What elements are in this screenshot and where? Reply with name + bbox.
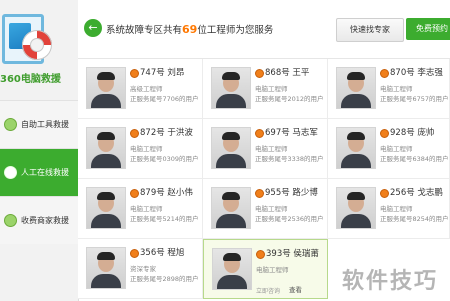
engineer-role: 电脑工程师 — [380, 205, 413, 213]
back-arrow-icon[interactable]: ← — [84, 19, 102, 37]
status-dot-icon — [130, 189, 139, 198]
status-dot-icon — [130, 249, 139, 258]
engineer-name: 870号 李志强 — [390, 68, 443, 78]
brand-name: 360电脑救援 — [0, 74, 61, 85]
engineer-role: 电脑工程师 — [256, 266, 289, 274]
engineer-name: 256号 戈志鹏 — [390, 188, 443, 198]
engineer-role: 高级工程师 — [130, 85, 163, 93]
sidebar-item-label: 自助工具救援 — [21, 120, 69, 129]
engineer-status: 正服务尾号3338的用户 — [255, 155, 324, 163]
sidebar: 360电脑救援 自助工具救援 人工在线救援 收费商家救援 — [0, 0, 79, 301]
header: ← 系统故障专区共有69位工程师为您服务 快速找专家 免费预约 — [78, 0, 450, 59]
avatar — [336, 187, 376, 229]
status-dot-icon — [255, 129, 264, 138]
avatar — [211, 127, 251, 169]
avatar — [86, 247, 126, 289]
engineer-card[interactable]: 256号 戈志鹏 电脑工程师 正服务尾号8254的用户 — [328, 179, 450, 239]
status-dot-icon — [256, 250, 265, 259]
view-link[interactable]: 查看 — [289, 284, 302, 294]
engineer-status: 正服务尾号0309的用户 — [130, 155, 199, 163]
engineer-status: 正服务尾号6384的用户 — [380, 155, 449, 163]
avatar — [86, 187, 126, 229]
engineer-role: 资深专家 — [130, 265, 156, 273]
engineer-card[interactable]: 747号 刘昂 高级工程师 正服务尾号7706的用户 — [78, 59, 203, 119]
engineer-status: 正服务尾号5214的用户 — [130, 215, 199, 223]
engineer-role: 电脑工程师 — [380, 145, 413, 153]
status-dot-icon — [380, 189, 389, 198]
engineer-status: 正服务尾号6757的用户 — [380, 95, 449, 103]
page-title: 系统故障专区共有69位工程师为您服务 — [106, 22, 273, 36]
engineer-name: 872号 于洪波 — [140, 128, 193, 138]
status-dot-icon — [255, 189, 264, 198]
engineer-role: 电脑工程师 — [255, 205, 288, 213]
status-dot-icon — [380, 129, 389, 138]
lifebuoy-icon — [22, 30, 52, 60]
avatar — [211, 67, 251, 109]
watermark: 软件技巧 — [341, 269, 438, 294]
engineer-role: 电脑工程师 — [255, 145, 288, 153]
engineer-card[interactable]: 870号 李志强 电脑工程师 正服务尾号6757的用户 — [328, 59, 450, 119]
engineer-card[interactable]: 872号 于洪波 电脑工程师 正服务尾号0309的用户 — [78, 119, 203, 179]
status-dot-icon — [380, 69, 389, 78]
sidebar-item-paid-merchant[interactable]: 收费商家救援 — [0, 196, 78, 244]
sidebar-item-self-help[interactable]: 自助工具救援 — [0, 100, 78, 148]
avatar — [336, 127, 376, 169]
engineer-status: 正服务尾号2898的用户 — [130, 275, 199, 283]
engineer-role: 电脑工程师 — [380, 85, 413, 93]
engineer-role: 电脑工程师 — [130, 145, 163, 153]
title-prefix: 系统故障专区共有 — [106, 25, 183, 36]
engineer-name: 868号 王平 — [265, 68, 310, 78]
ask-expert-button[interactable]: 快速找专家 — [336, 18, 404, 42]
engineer-name: 393号 侯瑞莆 — [266, 249, 319, 259]
free-appointment-button[interactable]: 免费预约 — [406, 18, 450, 40]
avatar — [211, 187, 251, 229]
sidebar-item-label: 人工在线救援 — [21, 168, 69, 177]
engineer-name: 928号 庞帅 — [390, 128, 435, 138]
engineer-card[interactable]: 356号 程旭 资深专家 正服务尾号2898的用户 — [78, 239, 203, 299]
engineer-card[interactable]: 879号 赵小伟 电脑工程师 正服务尾号5214的用户 — [78, 179, 203, 239]
avatar — [86, 67, 126, 109]
sidebar-item-online-manual[interactable]: 人工在线救援 — [0, 148, 78, 196]
engineer-count: 69 — [182, 23, 198, 36]
engineer-status: 正服务尾号2012的用户 — [255, 95, 324, 103]
headset-icon — [4, 166, 17, 179]
avatar — [212, 248, 252, 290]
engineer-role: 电脑工程师 — [130, 205, 163, 213]
engineer-card[interactable]: 697号 马志军 电脑工程师 正服务尾号3338的用户 — [203, 119, 328, 179]
engineer-status: 正服务尾号2536的用户 — [255, 215, 324, 223]
engineer-card[interactable]: 928号 庞帅 电脑工程师 正服务尾号6384的用户 — [328, 119, 450, 179]
engineer-status: 正服务尾号8254的用户 — [380, 215, 449, 223]
engineer-card[interactable]: 955号 路少博 电脑工程师 正服务尾号2536的用户 — [203, 179, 328, 239]
consult-link[interactable]: 立即咨询 — [256, 286, 280, 295]
tools-icon — [4, 118, 17, 131]
engineer-card[interactable]: 393号 侯瑞莆 电脑工程师 立即咨询 查看 — [203, 239, 328, 299]
title-suffix: 位工程师为您服务 — [197, 25, 274, 36]
engineer-card[interactable]: 868号 王平 电脑工程师 正服务尾号2012的用户 — [203, 59, 328, 119]
engineer-status: 正服务尾号7706的用户 — [130, 95, 199, 103]
engineer-name: 955号 路少博 — [265, 188, 318, 198]
store-icon — [4, 214, 17, 227]
sidebar-item-label: 收费商家救援 — [21, 216, 69, 225]
engineer-name: 356号 程旭 — [140, 248, 185, 258]
engineer-name: 879号 赵小伟 — [140, 188, 193, 198]
engineer-name: 747号 刘昂 — [140, 68, 185, 78]
status-dot-icon — [255, 69, 264, 78]
engineer-name: 697号 马志军 — [265, 128, 318, 138]
avatar — [336, 67, 376, 109]
avatar — [86, 127, 126, 169]
logo: 360电脑救援 — [0, 0, 78, 100]
status-dot-icon — [130, 69, 139, 78]
engineer-role: 电脑工程师 — [255, 85, 288, 93]
status-dot-icon — [130, 129, 139, 138]
